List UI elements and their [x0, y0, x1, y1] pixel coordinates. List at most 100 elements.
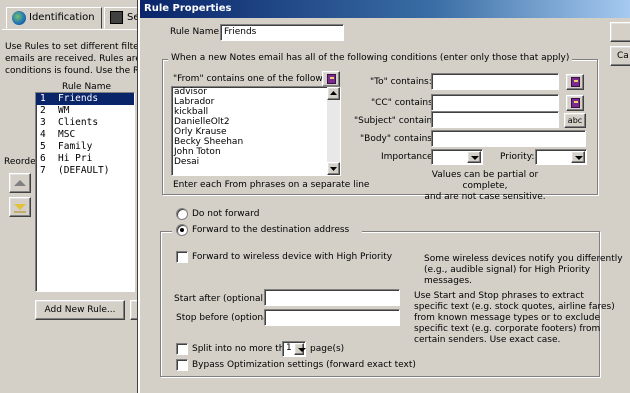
wireless-note-line: Some wireless devices notify you differe… [424, 254, 623, 264]
chevron-down-icon [467, 151, 481, 163]
from-list[interactable]: advisor Labrador kickball DanielleOlt2 Orly … [171, 86, 341, 176]
forward-wireless-label: Forward to wireless device with High Pri… [192, 252, 393, 262]
rule-name: Family [58, 141, 93, 152]
from-list-item[interactable]: kickball [172, 107, 340, 117]
scroll-down-button[interactable] [327, 162, 340, 175]
rule-list-item[interactable]: 3 Clients [36, 117, 134, 129]
split-suffix: page(s) [310, 344, 345, 354]
rule-number: 3 [40, 117, 46, 128]
arrow-down-icon [330, 167, 337, 171]
rule-name-input[interactable]: Friends [220, 24, 344, 41]
scroll-up-button[interactable] [327, 87, 340, 100]
ok-button[interactable] [610, 22, 630, 42]
split-pages-select[interactable]: 1 [282, 341, 306, 357]
rule-name: (DEFAULT) [58, 165, 110, 176]
body-label: "Body" contains: [360, 134, 435, 144]
subject-input[interactable] [431, 111, 559, 128]
from-list-item[interactable]: Becky Sheehan [172, 137, 340, 147]
rule-list[interactable]: 1 Friends 2 WM 3 Clients 4 MSC 5 Family 6 Hi Pri 7 (D… [35, 92, 135, 292]
priority-select[interactable] [535, 149, 587, 165]
start-stop-note-line: Use Start and Stop phrases to extract [414, 291, 584, 301]
cc-label: "CC" contains: [371, 98, 436, 108]
wireless-note: Some wireless devices notify you differe… [424, 254, 630, 287]
rule-name: WM [58, 105, 70, 116]
from-list-scrollbar[interactable] [327, 87, 340, 175]
rule-list-item[interactable]: 5 Family [36, 141, 134, 153]
bypass-checkbox[interactable] [176, 359, 188, 371]
values-note-line: and are not case sensitive. [424, 192, 546, 202]
to-input[interactable] [431, 73, 559, 90]
stop-before-input[interactable] [264, 309, 400, 326]
rule-list-item[interactable]: 6 Hi Pri [36, 153, 134, 165]
rule-name: Friends [58, 93, 99, 104]
from-list-item[interactable]: Labrador [172, 97, 340, 107]
from-label: "From" contains one of the following: [173, 74, 340, 84]
rule-properties-dialog: Rule Properties Rule Name: Friends Ca Wh… [138, 0, 630, 393]
rule-list-item[interactable]: 7 (DEFAULT) [36, 165, 134, 177]
tab-divider [2, 29, 138, 30]
cancel-button[interactable]: Ca [610, 46, 630, 66]
rule-number: 7 [40, 165, 46, 176]
wireless-note-line: (e.g., audible signal) for High Priority… [424, 265, 591, 286]
split-checkbox[interactable] [176, 343, 188, 355]
from-list-item[interactable]: Desai [172, 157, 340, 167]
cc-address-button[interactable] [566, 95, 584, 111]
rule-list-header: Rule Name [62, 82, 112, 92]
chevron-down-icon [294, 343, 306, 355]
importance-select[interactable] [431, 149, 483, 165]
rule-number: 2 [40, 105, 46, 116]
rule-number: 6 [40, 153, 46, 164]
importance-label: Importance: [381, 152, 436, 162]
split-label: Split into no more than [192, 344, 296, 354]
chevron-down-icon [571, 151, 585, 163]
tab-settings[interactable]: Se [104, 7, 140, 29]
globe-icon [12, 11, 26, 25]
forward-radio[interactable] [176, 224, 188, 236]
start-stop-note-line: from known message types or to exclude [414, 313, 601, 323]
rule-name: Hi Pri [58, 153, 93, 164]
split-pages-value: 1 [286, 343, 292, 353]
do-not-forward-radio[interactable] [176, 208, 188, 220]
from-list-item[interactable]: Orly Krause [172, 127, 340, 137]
rule-list-item[interactable]: 1 Friends [36, 93, 134, 105]
values-note-line: Values can be partial or complete, [431, 170, 539, 191]
from-list-item[interactable]: advisor [172, 87, 340, 97]
subject-label: "Subject" contains: [354, 116, 440, 126]
address-book-icon [571, 77, 580, 87]
start-stop-note: Use Start and Stop phrases to extract sp… [414, 291, 615, 346]
rule-list-item[interactable]: 4 MSC [36, 129, 134, 141]
from-address-button[interactable] [322, 71, 340, 87]
rule-name: Clients [58, 117, 99, 128]
tab-identification-label: Identification [29, 12, 95, 23]
start-stop-note-line: specific text (e.g. corporate footers) f… [414, 324, 601, 334]
settings-icon [110, 11, 123, 24]
stop-before-label: Stop before (optional): [176, 313, 278, 323]
rule-list-item[interactable]: 2 WM [36, 105, 134, 117]
from-hint: Enter each From phrases on a separate li… [173, 180, 370, 190]
to-label: "To" contains: [370, 77, 432, 87]
start-stop-note-line: specific text (e.g. stock quotes, airlin… [414, 302, 615, 312]
to-address-button[interactable] [566, 74, 584, 90]
do-not-forward-label: Do not forward [192, 209, 260, 219]
arrow-down-icon [14, 204, 26, 213]
arrow-up-icon [14, 180, 26, 186]
priority-label: Priority: [500, 152, 535, 162]
forward-wireless-checkbox[interactable] [176, 251, 188, 263]
values-note: Values can be partial or complete, and a… [410, 170, 560, 203]
arrow-up-icon [330, 91, 337, 95]
from-list-item[interactable]: DanielleOlt2 [172, 117, 340, 127]
rule-name-label: Rule Name: [170, 27, 223, 37]
move-down-button[interactable] [9, 197, 31, 217]
move-up-button[interactable] [9, 173, 31, 193]
add-new-rule-button[interactable]: Add New Rule... [35, 300, 125, 320]
rule-number: 1 [40, 93, 46, 104]
address-book-icon [571, 98, 580, 108]
from-list-item[interactable]: John Toton [172, 147, 340, 157]
start-after-input[interactable] [264, 289, 400, 306]
spell-check-button[interactable]: abc [564, 113, 586, 128]
start-stop-note-line: certain senders. Use exact case. [414, 335, 561, 345]
tab-identification[interactable]: Identification [6, 7, 102, 29]
dialog-title: Rule Properties [140, 0, 630, 18]
cc-input[interactable] [431, 94, 559, 111]
body-input[interactable] [431, 130, 586, 147]
